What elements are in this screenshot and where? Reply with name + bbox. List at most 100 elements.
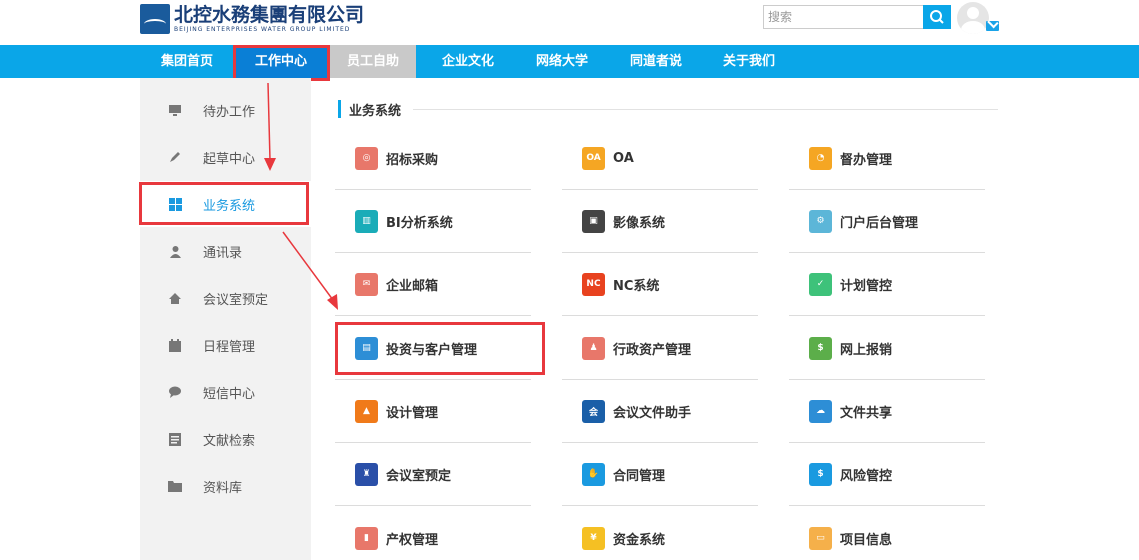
handshake-icon: ✋ xyxy=(582,462,605,486)
folder-gear-icon: ⚙ xyxy=(809,209,832,233)
shield-icon: $ xyxy=(809,462,832,486)
sidebar-item-todo[interactable]: 待办工作 xyxy=(140,87,311,133)
system-tile-label: 门户后台管理 xyxy=(840,215,919,231)
hat-icon: 会 xyxy=(582,399,605,423)
system-tile-label: 文件共享 xyxy=(840,405,893,421)
system-tile-label: 网上报销 xyxy=(840,342,893,358)
sidebar-item-label: 业务系统 xyxy=(203,198,256,214)
oa-icon: OA xyxy=(582,146,605,170)
search-icon xyxy=(930,10,944,24)
sidebar-item-literature-search[interactable]: 文献检索 xyxy=(140,416,311,462)
sidebar: 待办工作 起草中心 业务系统 通讯录 会议室预定 日程管理 短信中心 文献检索 … xyxy=(140,78,311,560)
nav-online-university[interactable]: 网络大学 xyxy=(515,45,609,78)
sidebar-item-sms[interactable]: 短信中心 xyxy=(140,369,311,415)
sidebar-item-contacts[interactable]: 通讯录 xyxy=(140,228,311,274)
system-tile[interactable]: ▥ BI分析系统 xyxy=(335,190,531,253)
system-tile-label: NC系统 xyxy=(613,278,660,294)
section-title: 业务系统 xyxy=(349,103,402,119)
search-input[interactable] xyxy=(763,5,923,29)
system-tile-label: OA xyxy=(613,150,634,166)
system-tile[interactable]: NC NC系统 xyxy=(562,253,758,316)
sidebar-item-label: 待办工作 xyxy=(203,104,256,120)
sidebar-item-label: 资料库 xyxy=(203,480,243,496)
system-tile[interactable]: ◎ 招标采购 xyxy=(335,127,531,190)
nav-employee-self-service[interactable]: 员工自助 xyxy=(330,45,416,78)
folder-icon xyxy=(168,479,182,493)
system-tile[interactable]: ▣ 影像系统 xyxy=(562,190,758,253)
checklist-icon: ✓ xyxy=(809,272,832,296)
sidebar-item-library[interactable]: 资料库 xyxy=(140,463,311,509)
system-tile[interactable]: OA OA xyxy=(562,127,758,190)
system-tile-label: 产权管理 xyxy=(386,532,439,548)
sidebar-item-label: 日程管理 xyxy=(203,339,256,355)
cone-icon: ▲ xyxy=(355,399,378,423)
sidebar-item-label: 会议室预定 xyxy=(203,292,269,308)
nav-corporate-culture[interactable]: 企业文化 xyxy=(421,45,515,78)
system-tile[interactable]: ☁ 文件共享 xyxy=(789,380,985,443)
system-tile-label: 行政资产管理 xyxy=(613,342,692,358)
system-tile-label: 资金系统 xyxy=(613,532,666,548)
sidebar-item-meeting-room[interactable]: 会议室预定 xyxy=(140,275,311,321)
search-box xyxy=(763,5,951,29)
system-tile-label: 企业邮箱 xyxy=(386,278,439,294)
search-button[interactable] xyxy=(923,5,951,29)
system-tile[interactable]: ◔ 督办管理 xyxy=(789,127,985,190)
system-tile-label: 投资与客户管理 xyxy=(386,342,478,358)
folder-icon: ▭ xyxy=(809,526,832,550)
mail-icon[interactable] xyxy=(986,21,999,31)
nc-icon: NC xyxy=(582,272,605,296)
logo-icon xyxy=(140,4,170,34)
sidebar-item-label: 通讯录 xyxy=(203,245,243,261)
sidebar-item-business-systems[interactable]: 业务系统 xyxy=(140,181,311,227)
grid-icon xyxy=(168,197,182,211)
system-tile[interactable]: $ 风险管控 xyxy=(789,443,985,506)
people-icon: ♟ xyxy=(582,336,605,360)
system-tile-label: 项目信息 xyxy=(840,532,893,548)
system-tile[interactable]: ♟ 行政资产管理 xyxy=(562,317,758,380)
system-tile[interactable]: $ 网上报销 xyxy=(789,317,985,380)
document-icon xyxy=(168,432,182,446)
system-tile-label: 影像系统 xyxy=(613,215,666,231)
pie-chart-icon: ◔ xyxy=(809,146,832,170)
system-tile[interactable]: ⚙ 门户后台管理 xyxy=(789,190,985,253)
meeting-icon: ♜ xyxy=(355,462,378,486)
system-tile[interactable]: ✉ 企业邮箱 xyxy=(335,253,531,316)
system-tile[interactable]: ▭ 项目信息 xyxy=(789,507,985,560)
envelope-icon: ✉ xyxy=(355,272,378,296)
nav-colleague-talk[interactable]: 同道者说 xyxy=(609,45,703,78)
sidebar-item-drafting[interactable]: 起草中心 xyxy=(140,134,311,180)
system-tile-label: 招标采购 xyxy=(386,152,439,168)
system-tile[interactable]: ▮ 产权管理 xyxy=(335,507,531,560)
logo-english-name: BEIJING ENTERPRISES WATER GROUP LIMITED xyxy=(174,26,351,33)
home-icon xyxy=(168,291,182,305)
nav-work-center[interactable]: 工作中心 xyxy=(234,45,328,78)
briefcase-icon: ▤ xyxy=(355,336,378,360)
header: 北控水務集團有限公司 BEIJING ENTERPRISES WATER GRO… xyxy=(0,0,1139,45)
sidebar-item-label: 文献检索 xyxy=(203,433,256,449)
person-icon xyxy=(168,244,182,258)
section-divider xyxy=(413,109,998,110)
user-avatar[interactable] xyxy=(957,2,989,34)
nav-about-us[interactable]: 关于我们 xyxy=(702,45,796,78)
sidebar-item-schedule[interactable]: 日程管理 xyxy=(140,322,311,368)
image-icon: ▣ xyxy=(582,209,605,233)
system-tile[interactable]: 会会议文件助手 xyxy=(562,380,758,443)
section-header: 业务系统 xyxy=(338,99,401,119)
system-tile[interactable]: ✓ 计划管控 xyxy=(789,253,985,316)
system-tile[interactable]: ▲ 设计管理 xyxy=(335,380,531,443)
calendar-icon xyxy=(168,338,182,352)
bar-chart-icon: ▥ xyxy=(355,209,378,233)
sidebar-item-label: 短信中心 xyxy=(203,386,256,402)
system-tile[interactable]: ♜ 会议室预定 xyxy=(335,443,531,506)
nav-group-home[interactable]: 集团首页 xyxy=(140,45,234,78)
system-tile-label: 设计管理 xyxy=(386,405,439,421)
system-tile[interactable]: ✋ 合同管理 xyxy=(562,443,758,506)
system-tile-label: 计划管控 xyxy=(840,278,893,294)
system-tile-label: 合同管理 xyxy=(613,468,666,484)
system-tile[interactable]: ▤ 投资与客户管理 xyxy=(335,317,531,380)
system-tile-label: BI分析系统 xyxy=(386,215,453,231)
system-tile[interactable]: ¥ 资金系统 xyxy=(562,507,758,560)
company-logo[interactable]: 北控水務集團有限公司 BEIJING ENTERPRISES WATER GRO… xyxy=(140,3,380,35)
logo-chinese-name: 北控水務集團有限公司 xyxy=(174,4,365,26)
main-nav: 集团首页 工作中心 员工自助 企业文化 网络大学 同道者说 关于我们 xyxy=(0,45,1139,78)
